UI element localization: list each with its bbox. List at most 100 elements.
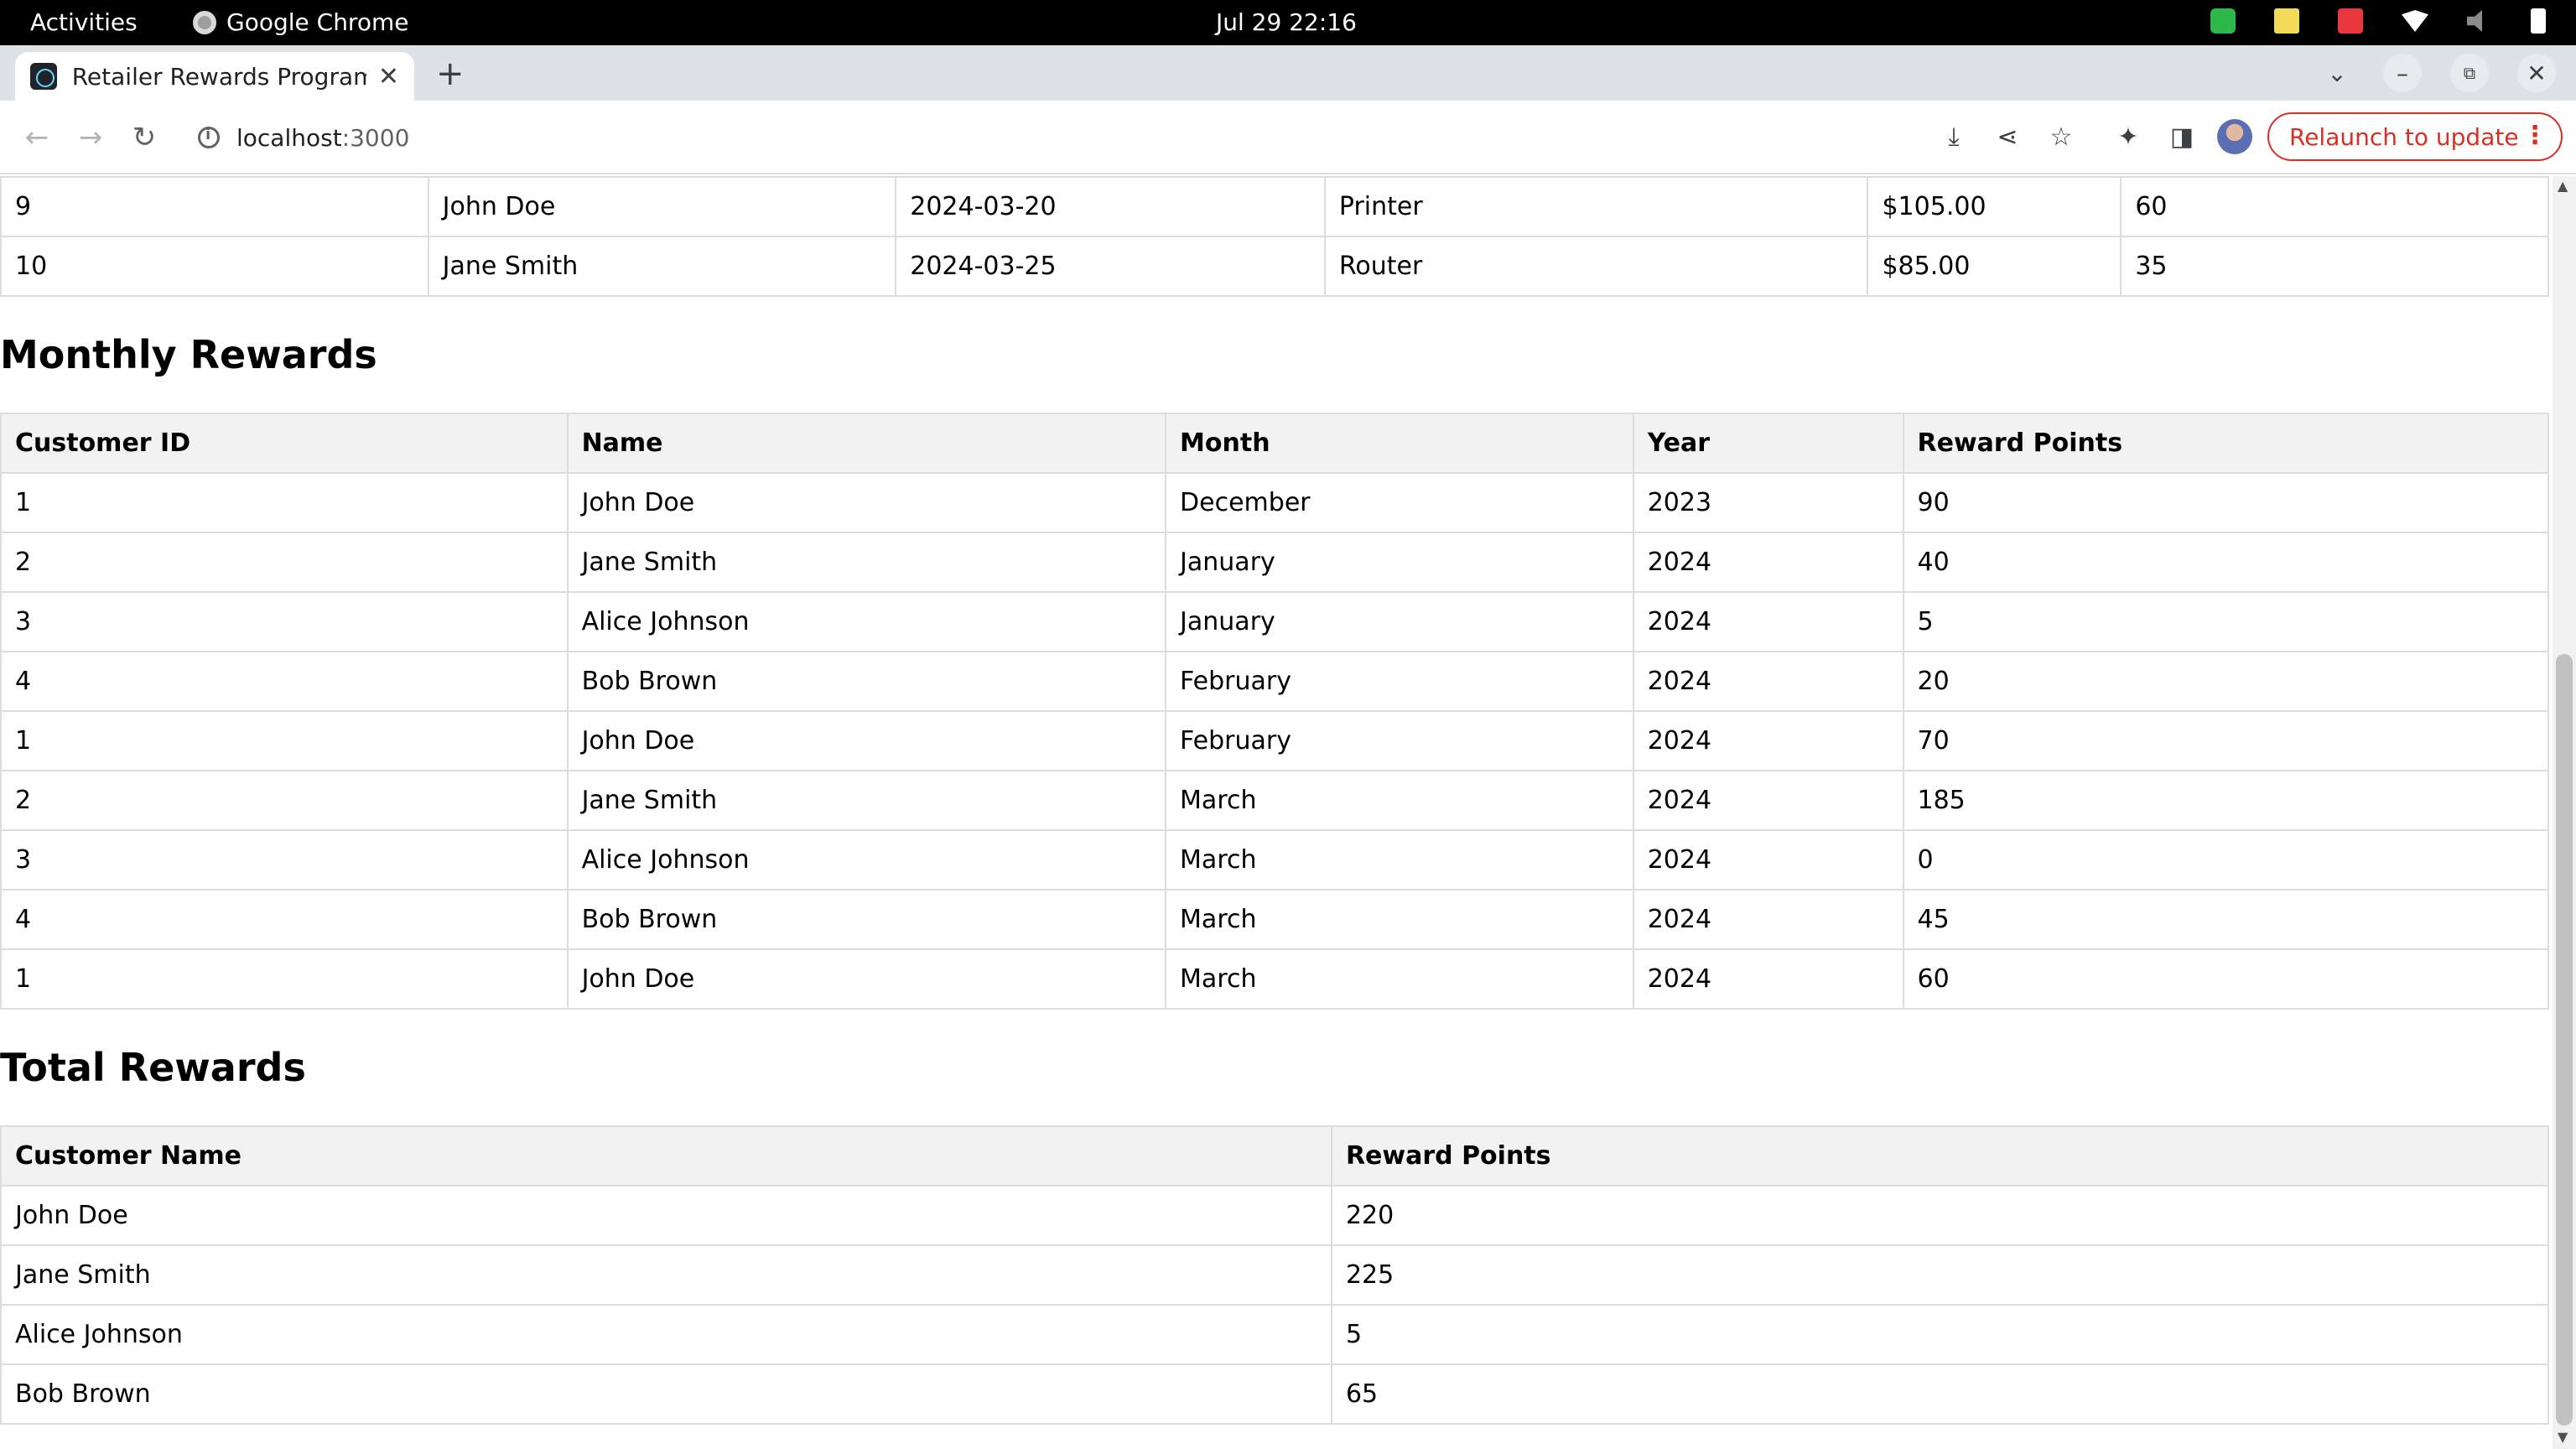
site-info-icon[interactable] [198, 126, 220, 148]
table-row: 1 John Doe February 2024 70 [0, 710, 2549, 771]
profile-avatar[interactable] [2217, 119, 2252, 154]
app-name: Google Chrome [226, 8, 409, 36]
table-cell: Bob Brown [566, 651, 1167, 712]
close-window-button[interactable]: ✕ [2517, 54, 2556, 92]
table-row: 10 Jane Smith 2024-03-25 Router $85.00 35 [0, 236, 2549, 297]
table-row: 1 John Doe December 2023 90 [0, 472, 2549, 533]
table-row: 1 John Doe March 2024 60 [0, 948, 2549, 1010]
table-cell: 20 [1902, 651, 2549, 712]
page-content: 9 John Doe 2024-03-20 Printer $105.00 60 10 Jan… [0, 176, 2553, 1449]
table-cell: 220 [1330, 1185, 2550, 1246]
clock[interactable]: Jul 29 22:16 [1216, 8, 1357, 36]
table-row: 4 Bob Brown February 2024 20 [0, 651, 2549, 712]
sticky-notes-icon[interactable] [2274, 8, 2299, 34]
table-cell: 45 [1902, 889, 2549, 950]
chrome-icon [193, 10, 216, 34]
table-row: 2 Jane Smith January 2024 40 [0, 532, 2549, 593]
side-panel-icon[interactable]: ◨ [2163, 119, 2200, 156]
column-header: Name [566, 413, 1167, 474]
table-cell: 2024 [1632, 770, 1904, 831]
table-row: 2 Jane Smith March 2024 185 [0, 770, 2549, 831]
table-cell: 35 [2120, 236, 2549, 297]
table-cell: 60 [2120, 176, 2549, 237]
table-cell: 1 [0, 472, 569, 533]
table-cell: March [1165, 829, 1634, 891]
column-header: Reward Points [1902, 413, 2549, 474]
new-tab-button[interactable]: + [436, 52, 465, 96]
battery-icon[interactable] [2531, 8, 2546, 34]
table-cell: John Doe [0, 1185, 1332, 1246]
table-cell: John Doe [566, 472, 1167, 533]
tab-active[interactable]: Retailer Rewards Program ✕ [15, 52, 414, 101]
bookmark-star-icon[interactable]: ☆ [2043, 119, 2080, 156]
address-bar[interactable]: localhost :3000 [184, 116, 1945, 159]
table-cell: 2024 [1632, 889, 1904, 950]
minimize-button[interactable]: – [2383, 54, 2422, 92]
table-cell: March [1165, 948, 1634, 1010]
table-cell: 2024-03-20 [895, 176, 1326, 237]
app-indicator-icon[interactable] [2338, 8, 2363, 34]
activities-button[interactable]: Activities [30, 8, 138, 36]
total-rewards-table: Customer Name Reward Points John Doe 220 Ja… [0, 1125, 2550, 1425]
table-cell: 10 [0, 236, 429, 297]
table-cell: 2024-03-25 [895, 236, 1326, 297]
share-icon[interactable]: ⋖ [1989, 119, 2026, 156]
back-arrow-icon[interactable]: ← [17, 117, 57, 158]
table-cell: 2024 [1632, 651, 1904, 712]
tab-search-chevron-icon[interactable]: ⌄ [2318, 54, 2356, 92]
table-row: Bob Brown 65 [0, 1363, 2550, 1425]
relaunch-label: Relaunch to update [2289, 122, 2519, 151]
table-cell: Jane Smith [566, 532, 1167, 593]
table-cell: $85.00 [1867, 236, 2122, 297]
security-status-icon[interactable] [2210, 8, 2236, 34]
table-cell: 0 [1902, 829, 2549, 891]
wifi-icon[interactable] [2402, 10, 2428, 32]
tab-title: Retailer Rewards Program [71, 62, 366, 91]
relaunch-to-update-button[interactable]: Relaunch to update ⋮ [2267, 112, 2563, 161]
monthly-rewards-heading: Monthly Rewards [0, 332, 377, 377]
url-host: localhost [236, 123, 342, 152]
column-header: Customer Name [0, 1125, 1332, 1187]
table-cell: $105.00 [1867, 176, 2122, 237]
table-row: Alice Johnson 5 [0, 1304, 2550, 1365]
table-cell: 185 [1902, 770, 2549, 831]
system-tray[interactable] [2210, 8, 2546, 34]
os-top-bar: Activities Google Chrome Jul 29 22:16 [0, 0, 2576, 45]
table-cell: March [1165, 889, 1634, 950]
table-cell: 40 [1902, 532, 2549, 593]
table-cell: 1 [0, 948, 569, 1010]
kebab-menu-icon[interactable]: ⋮ [2522, 121, 2547, 150]
total-rewards-heading: Total Rewards [0, 1045, 306, 1090]
app-menu[interactable]: Google Chrome [193, 8, 408, 36]
volume-muted-icon[interactable] [2467, 10, 2482, 32]
table-cell: Jane Smith [427, 236, 897, 297]
table-row: 9 John Doe 2024-03-20 Printer $105.00 60 [0, 176, 2549, 237]
scroll-up-arrow-icon[interactable]: ▲ [2558, 178, 2568, 194]
table-cell: 2023 [1632, 472, 1904, 533]
scrollbar-thumb[interactable] [2556, 654, 2573, 1426]
table-row: 3 Alice Johnson March 2024 0 [0, 829, 2549, 891]
forward-arrow-icon[interactable]: → [70, 117, 111, 158]
restore-button[interactable]: ⧉ [2450, 54, 2489, 92]
table-header-row: Customer ID Name Month Year Reward Points [0, 413, 2549, 474]
table-cell: 2024 [1632, 591, 1904, 652]
reload-icon[interactable]: ↻ [124, 117, 164, 158]
table-row: Jane Smith 225 [0, 1244, 2550, 1306]
install-app-icon[interactable]: ⤓ [1935, 119, 1972, 156]
table-cell: 65 [1330, 1363, 2550, 1425]
react-favicon-icon [30, 63, 57, 90]
column-header: Month [1165, 413, 1634, 474]
tab-close-icon[interactable]: ✕ [378, 62, 399, 91]
table-cell: 2024 [1632, 710, 1904, 771]
table-cell: Printer [1323, 176, 1869, 237]
table-cell: 5 [1902, 591, 2549, 652]
table-header-row: Customer Name Reward Points [0, 1125, 2550, 1187]
scroll-down-arrow-icon[interactable]: ▼ [2558, 1429, 2568, 1445]
extensions-puzzle-icon[interactable]: ✦ [2110, 119, 2147, 156]
table-cell: February [1165, 651, 1634, 712]
table-cell: December [1165, 472, 1634, 533]
table-cell: 2024 [1632, 532, 1904, 593]
table-cell: 9 [0, 176, 429, 237]
table-cell: Alice Johnson [566, 591, 1167, 652]
table-cell: 2024 [1632, 829, 1904, 891]
